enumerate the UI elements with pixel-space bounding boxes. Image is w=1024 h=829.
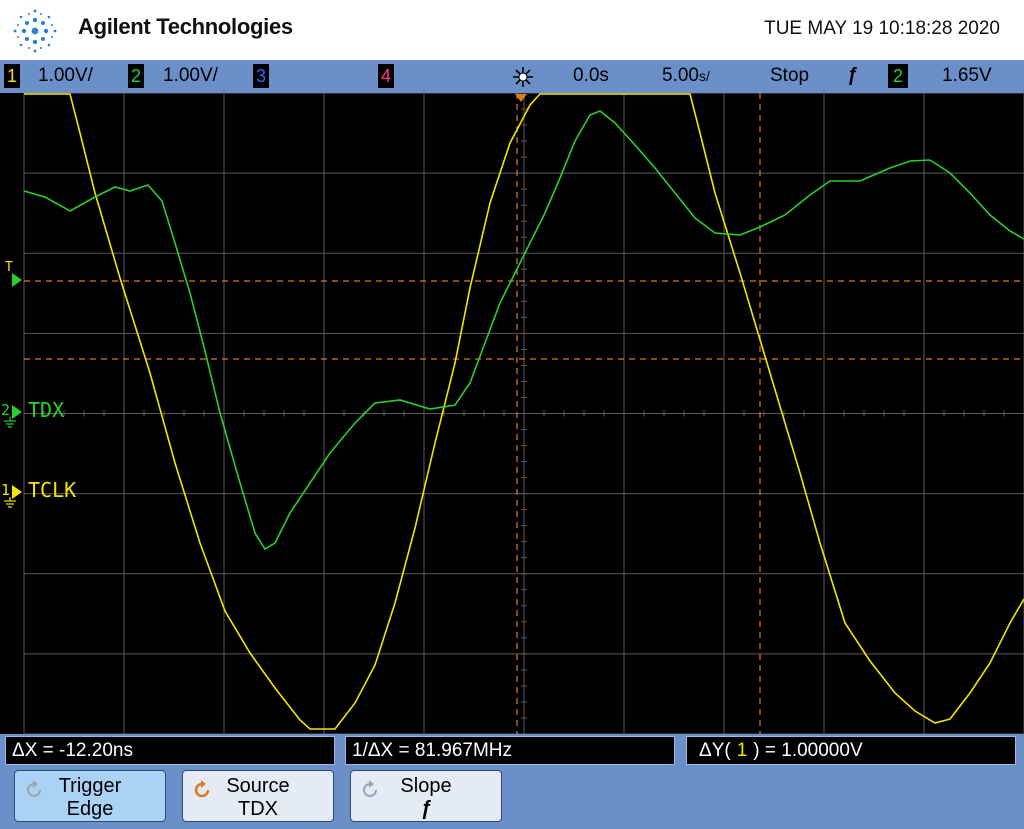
ch1-ground-symbol-icon bbox=[4, 497, 16, 508]
graticule bbox=[23, 93, 1024, 734]
agilent-logo-icon bbox=[13, 9, 57, 53]
acquire-star-icon bbox=[513, 67, 533, 87]
softkey-label: Trigger bbox=[58, 775, 122, 797]
trigger-slope-icon: ƒ bbox=[847, 65, 858, 86]
waveform-area bbox=[23, 93, 1024, 734]
ch2-scale[interactable]: 1.00V/ bbox=[163, 65, 218, 87]
trigger-source-badge[interactable]: 2 bbox=[888, 64, 908, 88]
ch3-badge[interactable]: 3 bbox=[253, 64, 269, 88]
ch2-badge[interactable]: 2 bbox=[128, 64, 144, 88]
ch2-label: TDX bbox=[28, 398, 65, 422]
softkey-label: Slope bbox=[400, 775, 452, 797]
trigger-arrow-icon bbox=[12, 273, 22, 287]
slope-icon: ƒ bbox=[420, 798, 432, 820]
measurement-bar: ΔX = -12.20ns 1/ΔX = 81.967MHz ΔY(1) = 1… bbox=[0, 734, 1024, 766]
softkey-bar: Trigger Edge Source TDX Slope ƒ bbox=[0, 766, 1024, 829]
time-delay[interactable]: 0.0s bbox=[573, 65, 609, 87]
trigger-level[interactable]: 1.65V bbox=[942, 65, 992, 87]
ch1-scale[interactable]: 1.00V/ bbox=[38, 65, 93, 87]
delta-x-readout[interactable]: ΔX = -12.20ns bbox=[5, 736, 335, 765]
softkey-label: Source bbox=[226, 775, 290, 797]
softkey-value: TDX bbox=[238, 798, 278, 820]
delta-y-readout[interactable]: ΔY(1) = 1.00000V bbox=[686, 736, 1016, 765]
scope-display[interactable]: T 2 TDX 1 TCLK bbox=[0, 93, 1024, 734]
header-bar: Agilent Technologies TUE MAY 19 10:18:28… bbox=[0, 0, 1024, 60]
trigger-source-softkey[interactable]: Source TDX bbox=[182, 770, 334, 822]
ch1-badge[interactable]: 1 bbox=[4, 64, 20, 88]
time-scale[interactable]: 5.00s/ bbox=[662, 65, 710, 87]
brand-name: Agilent Technologies bbox=[78, 14, 293, 39]
date-time: TUE MAY 19 10:18:28 2020 bbox=[764, 18, 1000, 39]
ch1-label: TCLK bbox=[28, 478, 77, 502]
inverse-delta-x-readout[interactable]: 1/ΔX = 81.967MHz bbox=[345, 736, 675, 765]
run-state[interactable]: Stop bbox=[770, 65, 809, 87]
ch2-ground-symbol-icon bbox=[4, 417, 16, 428]
ch4-badge[interactable]: 4 bbox=[378, 64, 394, 88]
trigger-mode-softkey[interactable]: Trigger Edge bbox=[14, 770, 166, 822]
trigger-slope-softkey[interactable]: Slope ƒ bbox=[350, 770, 502, 822]
softkey-value: Edge bbox=[66, 798, 114, 820]
status-bar: 1 1.00V/ 2 1.00V/ 3 4 0.0s 5.00s/ Stop ƒ… bbox=[0, 60, 1024, 93]
